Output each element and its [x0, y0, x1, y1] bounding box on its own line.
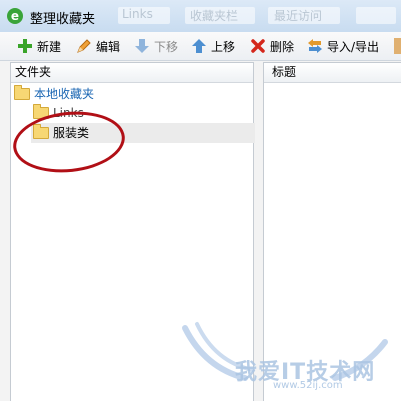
new-label: 新建 — [37, 39, 62, 54]
edit-label: 编辑 — [96, 39, 121, 54]
pencil-icon — [76, 38, 92, 54]
import-export-arrows-icon — [307, 38, 323, 54]
edit-button[interactable]: 编辑 — [76, 37, 120, 55]
title-column-header[interactable]: 标题 — [264, 63, 401, 83]
title-bar[interactable]: e 整理收藏夹 Links 收藏夹栏 最近访问 — [0, 0, 401, 33]
ghost-text-bar: 收藏夹栏 — [190, 9, 239, 23]
arrow-up-icon — [191, 38, 207, 54]
import-export-button[interactable]: 导入/导出 — [307, 37, 379, 55]
ghost-text-links: Links — [122, 7, 153, 21]
tree-item-local-favorites[interactable]: 本地收藏夹 — [14, 84, 94, 104]
ghost-text-recent: 最近访问 — [274, 9, 323, 23]
move-down-button[interactable]: 下移 — [134, 37, 178, 55]
tree-item-label: 本地收藏夹 — [34, 87, 95, 101]
plus-icon — [17, 38, 33, 54]
move-up-button[interactable]: 上移 — [191, 37, 235, 55]
move-down-label: 下移 — [154, 39, 179, 54]
toolbar: 新建 编辑 下移 上移 删除 导入/导出 — [0, 32, 401, 61]
window-title: 整理收藏夹 — [30, 12, 96, 27]
folders-header: 文件夹 — [11, 63, 253, 83]
import-export-label: 导入/导出 — [327, 39, 380, 54]
folder-icon — [14, 85, 30, 100]
watermark: 我爱IT技术网 www.52ij.com — [175, 318, 395, 398]
delete-label: 删除 — [270, 39, 295, 54]
new-button[interactable]: 新建 — [17, 37, 61, 55]
app-e-icon: e — [7, 8, 23, 24]
arrow-down-icon — [134, 38, 150, 54]
ghost-tab — [356, 7, 396, 24]
toolbar-overflow-icon[interactable] — [394, 38, 401, 54]
watermark-url: www.52ij.com — [273, 380, 343, 391]
delete-x-icon — [250, 38, 266, 54]
move-up-label: 上移 — [211, 39, 236, 54]
delete-button[interactable]: 删除 — [250, 37, 294, 55]
